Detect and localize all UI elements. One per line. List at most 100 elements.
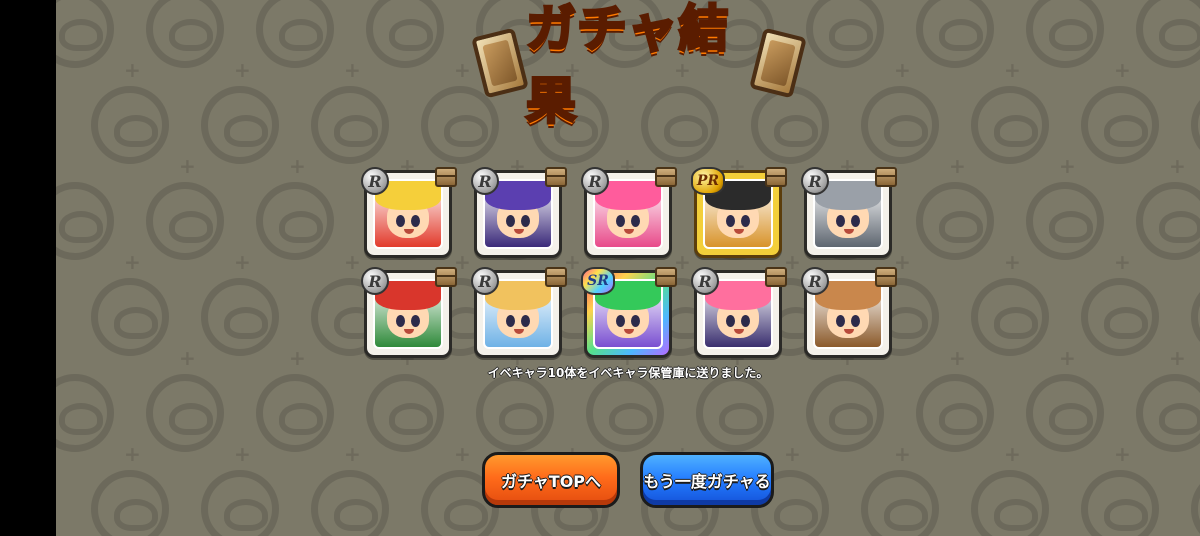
background-emblem-icon xyxy=(1191,278,1200,356)
gacha-again-button[interactable]: もう一度ガチャる xyxy=(640,452,774,508)
rarity-badge: R xyxy=(361,267,389,295)
background-emblem-icon xyxy=(861,470,939,536)
background-emblem-icon xyxy=(971,470,1049,536)
rarity-badge: R xyxy=(581,167,609,195)
background-emblem-icon xyxy=(56,0,114,68)
background-emblem-icon xyxy=(861,86,939,164)
background-emblem-icon xyxy=(311,86,389,164)
background-emblem-icon xyxy=(146,374,224,452)
background-plus-icon: + xyxy=(949,154,966,178)
storage-box-icon xyxy=(655,267,677,287)
result-card[interactable]: R xyxy=(471,267,567,358)
background-emblem-icon xyxy=(1026,0,1104,68)
background-emblem-icon xyxy=(916,0,994,68)
background-emblem-icon xyxy=(696,374,774,452)
gacha-result-screen: + + + + + + + + + + + + + + + + + + + + + + + + + + + + + + + + + + + + + + + +… xyxy=(56,0,1200,536)
background-emblem-icon xyxy=(1081,278,1159,356)
background-emblem-icon xyxy=(91,86,169,164)
background-emblem-icon xyxy=(91,278,169,356)
background-plus-icon: + xyxy=(1114,442,1131,466)
background-emblem-icon xyxy=(91,470,169,536)
background-emblem-icon xyxy=(971,278,1049,356)
background-emblem-icon xyxy=(56,374,114,452)
result-card[interactable]: R xyxy=(691,267,787,358)
background-emblem-icon xyxy=(1026,374,1104,452)
background-plus-icon: + xyxy=(1004,250,1021,274)
background-emblem-icon xyxy=(256,374,334,452)
background-emblem-icon xyxy=(146,0,224,68)
background-plus-icon: + xyxy=(289,154,306,178)
background-emblem-icon xyxy=(366,0,444,68)
background-emblem-icon xyxy=(806,374,884,452)
rarity-badge: R xyxy=(801,267,829,295)
background-emblem-icon xyxy=(476,374,554,452)
background-emblem-icon xyxy=(256,182,334,260)
rarity-badge: R xyxy=(801,167,829,195)
background-plus-icon: + xyxy=(234,442,251,466)
background-plus-icon: + xyxy=(124,442,141,466)
background-plus-icon: + xyxy=(1004,58,1021,82)
background-emblem-icon xyxy=(1191,470,1200,536)
transfer-message: イベキャラ10体をイベキャラ保管庫に送りました。 xyxy=(487,366,769,380)
result-card[interactable]: R xyxy=(471,167,567,258)
storage-box-icon xyxy=(875,167,897,187)
result-card[interactable]: R xyxy=(361,267,457,358)
background-emblem-icon xyxy=(1136,374,1200,452)
background-plus-icon: + xyxy=(124,58,141,82)
background-emblem-icon xyxy=(1026,182,1104,260)
background-plus-icon: + xyxy=(454,442,471,466)
background-emblem-icon xyxy=(916,182,994,260)
rarity-badge: R xyxy=(471,267,499,295)
page-title: ガチャ結果 xyxy=(525,0,731,132)
result-card[interactable]: R xyxy=(361,167,457,258)
result-card[interactable]: R xyxy=(581,167,677,258)
rarity-badge: SR xyxy=(581,267,615,295)
background-emblem-icon xyxy=(916,374,994,452)
background-emblem-icon xyxy=(1191,86,1200,164)
background-plus-icon: + xyxy=(894,442,911,466)
background-emblem-icon xyxy=(1136,182,1200,260)
background-emblem-icon xyxy=(1081,470,1159,536)
storage-box-icon xyxy=(655,167,677,187)
gacha-top-button[interactable]: ガチャTOPへ xyxy=(482,452,620,508)
background-emblem-icon xyxy=(806,0,884,68)
background-plus-icon: + xyxy=(344,250,361,274)
background-plus-icon: + xyxy=(1169,154,1186,178)
card-decoration-icon xyxy=(749,27,807,99)
background-emblem-icon xyxy=(1081,86,1159,164)
background-emblem-icon xyxy=(56,182,114,260)
card-decoration-icon xyxy=(471,27,529,99)
background-emblem-icon xyxy=(256,0,334,68)
background-emblem-icon xyxy=(586,374,664,452)
background-emblem-icon xyxy=(201,470,279,536)
storage-box-icon xyxy=(435,167,457,187)
background-plus-icon: + xyxy=(1114,250,1131,274)
result-card[interactable]: PR xyxy=(691,167,787,258)
background-emblem-icon xyxy=(1136,0,1200,68)
background-plus-icon: + xyxy=(234,250,251,274)
title-banner: ガチャ結果 xyxy=(471,0,807,132)
result-card[interactable]: R xyxy=(801,267,897,358)
storage-box-icon xyxy=(435,267,457,287)
background-plus-icon: + xyxy=(179,154,196,178)
result-card[interactable]: SR xyxy=(581,267,677,358)
storage-box-icon xyxy=(545,267,567,287)
background-emblem-icon xyxy=(146,182,224,260)
background-emblem-icon xyxy=(971,86,1049,164)
background-plus-icon: + xyxy=(1059,154,1076,178)
result-card[interactable]: R xyxy=(801,167,897,258)
screen-edge-bar xyxy=(0,0,56,536)
background-plus-icon: + xyxy=(894,58,911,82)
background-emblem-icon xyxy=(311,470,389,536)
background-plus-icon: + xyxy=(454,58,471,82)
rarity-badge: R xyxy=(691,267,719,295)
storage-box-icon xyxy=(765,167,787,187)
background-plus-icon: + xyxy=(1004,442,1021,466)
storage-box-icon xyxy=(765,267,787,287)
background-plus-icon: + xyxy=(344,442,361,466)
gacha-result-grid: R R R PR R R R SR R R xyxy=(361,167,924,360)
rarity-badge: R xyxy=(471,167,499,195)
storage-box-icon xyxy=(545,167,567,187)
background-plus-icon: + xyxy=(124,250,141,274)
background-plus-icon: + xyxy=(344,58,361,82)
